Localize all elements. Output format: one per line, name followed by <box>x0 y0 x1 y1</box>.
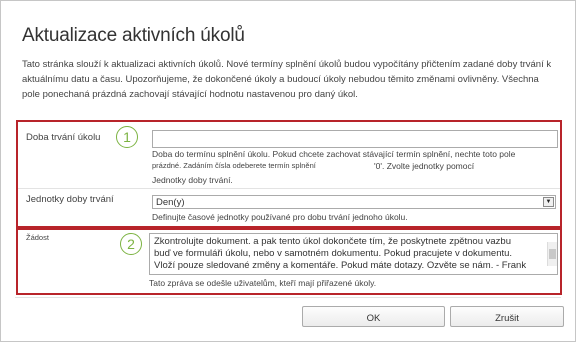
footer-divider <box>15 297 561 298</box>
textarea-scrollbar[interactable] <box>547 242 557 266</box>
request-text-line2: buď ve formuláři úkolu, nebo v samotném … <box>154 248 513 259</box>
callout-marker-1: 1 <box>116 126 138 148</box>
ok-button[interactable]: OK <box>302 306 445 327</box>
request-text-line1: Zkontrolujte dokument. a pak tento úkol … <box>154 236 511 247</box>
chevron-down-icon[interactable]: ▼ <box>543 197 554 207</box>
request-textarea[interactable]: Zkontrolujte dokument. a pak tento úkol … <box>149 233 558 275</box>
duration-help-line3: Jednotky doby trvání. <box>152 175 233 185</box>
units-label: Jednotky doby trvání <box>26 194 114 205</box>
duration-label: Doba trvání úkolu <box>26 132 101 143</box>
request-help: Tato zpráva se odešle uživatelům, kteří … <box>149 278 377 288</box>
page-title: Aktualizace aktivních úkolů <box>22 25 245 46</box>
highlight-box-1: Doba trvání úkolu 1 Doba do termínu spln… <box>16 120 562 228</box>
duration-input[interactable] <box>152 130 558 148</box>
callout-marker-2: 2 <box>120 233 142 255</box>
duration-help-line2a: prázdné. Zadáním čísla odeberete termín … <box>152 161 316 170</box>
units-help: Definujte časové jednotky používané pro … <box>152 212 408 222</box>
request-label: Žádost <box>26 233 49 242</box>
intro-text: Tato stránka slouží k aktualizaci aktivn… <box>22 59 552 100</box>
units-selected-value: Den(y) <box>156 197 185 208</box>
scrollbar-thumb[interactable] <box>549 249 556 259</box>
units-select[interactable]: Den(y) ▼ <box>152 195 556 209</box>
cancel-button[interactable]: Zrušit <box>450 306 564 327</box>
duration-help-line2b: '0'. Zvolte jednotky pomocí <box>374 161 475 171</box>
request-text-line3: Vloží pouze sledované změny a komentáře.… <box>154 260 527 271</box>
highlight-box-2: Žádost 2 Zkontrolujte dokument. a pak te… <box>16 228 562 295</box>
row-divider <box>18 188 560 189</box>
update-tasks-dialog: Aktualizace aktivních úkolů Tato stránka… <box>0 0 576 342</box>
form-area: Doba trvání úkolu 1 Doba do termínu spln… <box>16 113 562 295</box>
